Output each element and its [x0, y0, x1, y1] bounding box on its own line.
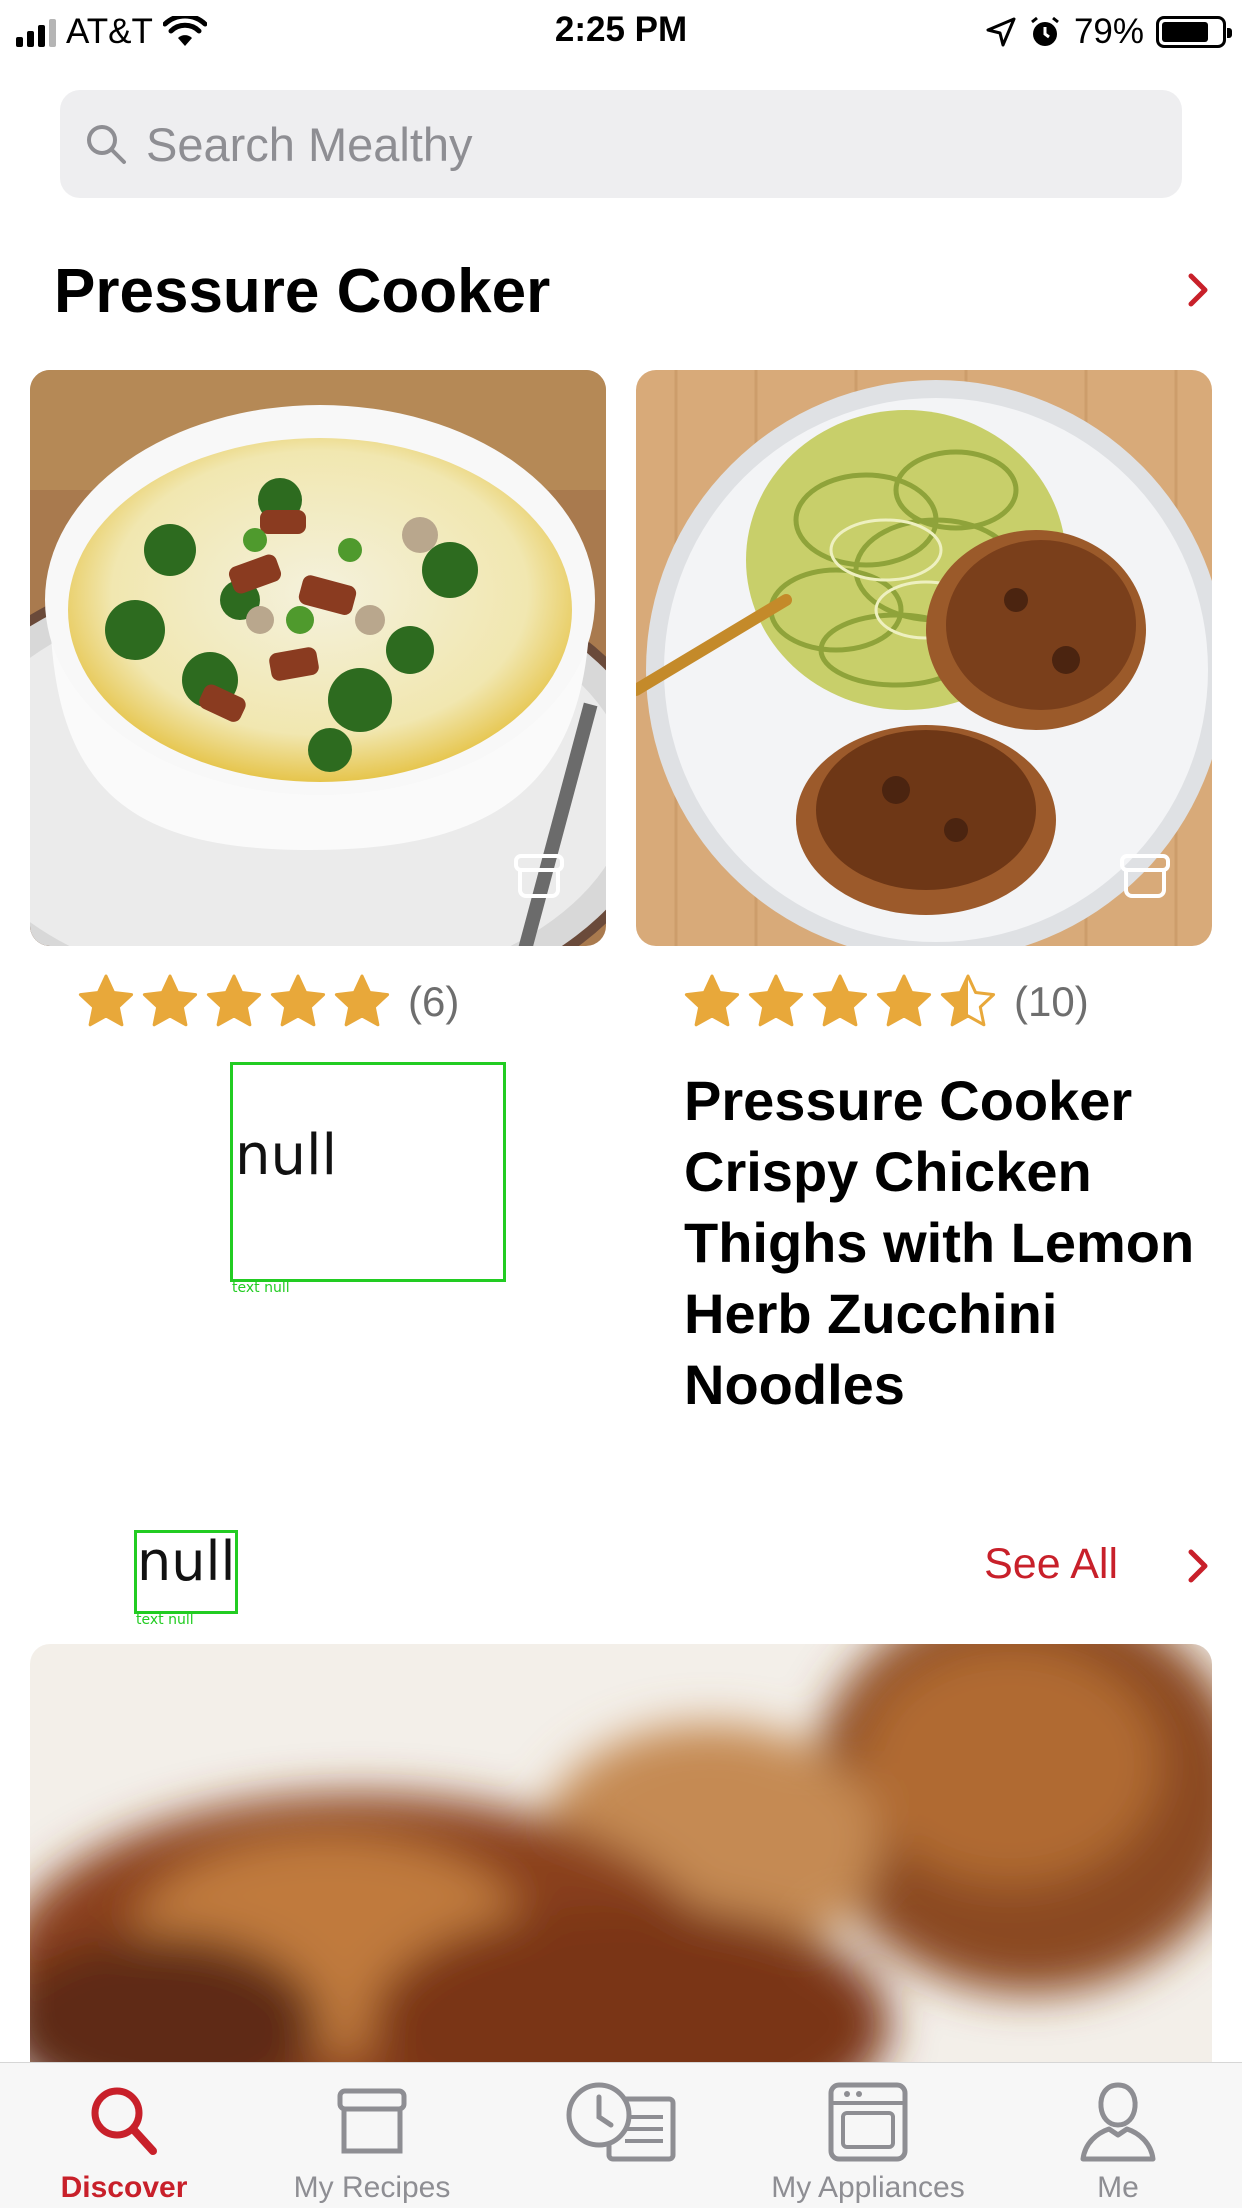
- status-bar-right: 79%: [986, 12, 1232, 52]
- person-icon: [1080, 2082, 1156, 2162]
- history-clock-icon: [566, 2082, 676, 2162]
- tab-history[interactable]: [556, 2063, 686, 2208]
- recipe-title: null: [235, 1123, 338, 1188]
- rating-count: (6): [408, 978, 460, 1025]
- rating-count: (10): [1014, 978, 1089, 1025]
- star-full-icon: [812, 974, 868, 1027]
- recipe-box-icon: [337, 2088, 407, 2154]
- rating-stars: [76, 972, 392, 1032]
- tab-label: My Appliances: [771, 2171, 965, 2204]
- star-full-icon: [142, 974, 198, 1027]
- location-arrow-icon: [986, 17, 1016, 47]
- star-full-icon: [748, 974, 804, 1027]
- tab-label: My Recipes: [293, 2171, 451, 2204]
- battery-level: [1162, 22, 1208, 42]
- star-full-icon: [334, 974, 390, 1027]
- search-bar[interactable]: [60, 90, 1182, 198]
- tab-label: Me: [1097, 2171, 1139, 2204]
- debug-label: text null: [232, 1280, 290, 1296]
- battery-icon: [1156, 16, 1232, 48]
- section-title-pressure-cooker: Pressure Cooker: [54, 257, 551, 326]
- star-full-icon: [684, 974, 740, 1027]
- blurred-chicken-photo: [30, 1644, 1212, 2064]
- featured-recipe-image[interactable]: [30, 1644, 1212, 2064]
- appliance-icon: [828, 2082, 908, 2162]
- bottom-tab-bar: Discover My Recipes My Appliances Me: [0, 2062, 1242, 2208]
- tab-discover[interactable]: Discover: [34, 2063, 214, 2208]
- star-full-icon: [876, 974, 932, 1027]
- section-title: null: [137, 1530, 236, 1593]
- alarm-clock-icon: [1031, 16, 1059, 46]
- search-input[interactable]: [146, 116, 1146, 172]
- recipe-rating-1: (6): [76, 972, 459, 1032]
- chevron-right-icon[interactable]: [1186, 272, 1210, 308]
- tab-label: Discover: [60, 2171, 188, 2204]
- status-bar: AT&T 2:25 PM 79%: [0, 0, 1242, 62]
- see-all-link[interactable]: See All: [984, 1540, 1118, 1589]
- star-full-icon: [206, 974, 262, 1027]
- star-full-icon: [270, 974, 326, 1027]
- star-half-icon: [940, 974, 996, 1027]
- save-recipe-box-icon[interactable]: [510, 846, 568, 904]
- save-recipe-box-icon[interactable]: [1116, 846, 1174, 904]
- tab-me[interactable]: Me: [1068, 2063, 1168, 2208]
- chevron-right-icon[interactable]: [1186, 1548, 1210, 1584]
- debug-label: text null: [136, 1612, 194, 1628]
- tab-my-appliances[interactable]: My Appliances: [748, 2063, 988, 2208]
- recipe-title-placeholder[interactable]: null: [230, 1062, 506, 1282]
- recipe-title[interactable]: Pressure Cooker Crispy Chicken Thighs wi…: [684, 1065, 1204, 1420]
- rating-stars: [682, 972, 998, 1032]
- section-title-placeholder: null: [134, 1530, 238, 1614]
- search-icon: [91, 2087, 157, 2155]
- battery-percent: 79%: [1073, 12, 1144, 51]
- star-full-icon: [78, 974, 134, 1027]
- tab-my-recipes[interactable]: My Recipes: [282, 2063, 462, 2208]
- search-icon: [87, 125, 126, 164]
- recipe-rating-2: (10): [682, 972, 1089, 1032]
